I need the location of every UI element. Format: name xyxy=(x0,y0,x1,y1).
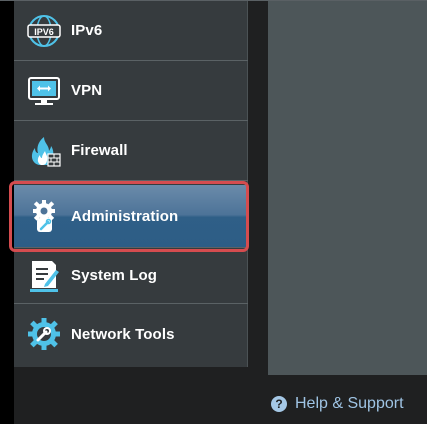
sidebar-item-system-log[interactable]: System Log xyxy=(14,248,248,304)
sidebar-item-vpn[interactable]: VPN xyxy=(14,61,248,121)
ipv6-globe-icon: IPV6 xyxy=(24,11,64,51)
router-admin-frame: IPV6 IPv6 VPN Firewall Administration Sy… xyxy=(0,0,427,424)
sidebar-item-ipv6[interactable]: IPV6 IPv6 xyxy=(14,1,248,61)
firewall-icon xyxy=(24,131,64,171)
content-panel xyxy=(268,1,427,375)
sidebar-menu: IPV6 IPv6 VPN Firewall Administration Sy… xyxy=(14,1,248,367)
network-tools-icon xyxy=(24,314,64,354)
left-edge-bar xyxy=(0,1,14,424)
sidebar-item-network-tools[interactable]: Network Tools xyxy=(14,304,248,364)
gear-wrench-icon xyxy=(24,196,64,236)
help-support-label: Help & Support xyxy=(295,395,404,412)
sidebar-item-administration[interactable]: Administration xyxy=(14,185,248,248)
svg-text:IPV6: IPV6 xyxy=(34,27,54,37)
sidebar-item-label: IPv6 xyxy=(71,22,103,39)
help-support-link[interactable]: ? Help & Support xyxy=(271,395,404,413)
help-icon: ? xyxy=(271,396,287,412)
system-log-icon xyxy=(24,256,64,296)
sidebar-item-label: VPN xyxy=(71,82,103,99)
sidebar-item-label: Firewall xyxy=(71,142,128,159)
sidebar-item-label: Network Tools xyxy=(71,325,175,343)
sidebar-item-label: Administration xyxy=(71,207,179,225)
sidebar-item-firewall[interactable]: Firewall xyxy=(14,121,248,181)
sidebar-item-label: System Log xyxy=(71,267,158,284)
vpn-monitor-icon xyxy=(24,71,64,111)
